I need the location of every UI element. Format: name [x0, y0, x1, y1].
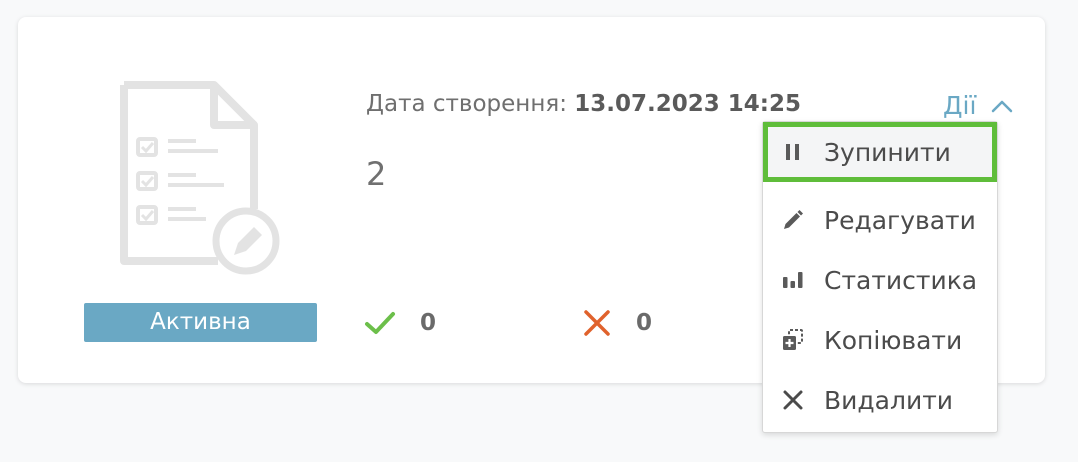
- bar-chart-icon: [780, 267, 806, 293]
- correct-count: 0: [420, 310, 437, 336]
- pause-icon: [780, 139, 806, 165]
- wrong-count: 0: [636, 310, 653, 336]
- copy-icon: [780, 327, 806, 353]
- creation-date-value: 13.07.2023 14:25: [574, 91, 801, 117]
- menu-item-label: Зупинити: [824, 137, 951, 167]
- card-title-count: 2: [366, 155, 387, 193]
- menu-item-label: Редагувати: [824, 205, 976, 235]
- chevron-up-icon: [992, 100, 1013, 112]
- menu-item-label: Статистика: [824, 265, 978, 295]
- menu-item-stop[interactable]: Зупинити: [763, 122, 997, 182]
- pencil-icon: [780, 207, 806, 233]
- menu-item-edit[interactable]: Редагувати: [763, 190, 997, 250]
- actions-menu: Зупинити Редагувати Статистика Копіювати…: [762, 121, 998, 433]
- actions-dropdown-toggle[interactable]: Дії: [943, 91, 1014, 120]
- menu-item-copy[interactable]: Копіювати: [763, 310, 997, 370]
- checklist-document-icon: [120, 81, 280, 275]
- check-icon: [365, 312, 395, 334]
- creation-date-label: Дата створення:: [366, 91, 567, 117]
- menu-item-statistics[interactable]: Статистика: [763, 250, 997, 310]
- cross-icon: [584, 310, 610, 336]
- correct-stat: 0: [364, 305, 436, 341]
- menu-item-delete[interactable]: Видалити: [763, 370, 997, 430]
- actions-label: Дії: [943, 91, 977, 120]
- menu-item-label: Копіювати: [824, 325, 963, 355]
- status-badge: Активна: [84, 303, 317, 342]
- menu-item-label: Видалити: [824, 385, 954, 415]
- creation-date: Дата створення: 13.07.2023 14:25: [366, 91, 801, 117]
- wrong-stat: 0: [582, 305, 652, 341]
- close-icon: [780, 387, 806, 413]
